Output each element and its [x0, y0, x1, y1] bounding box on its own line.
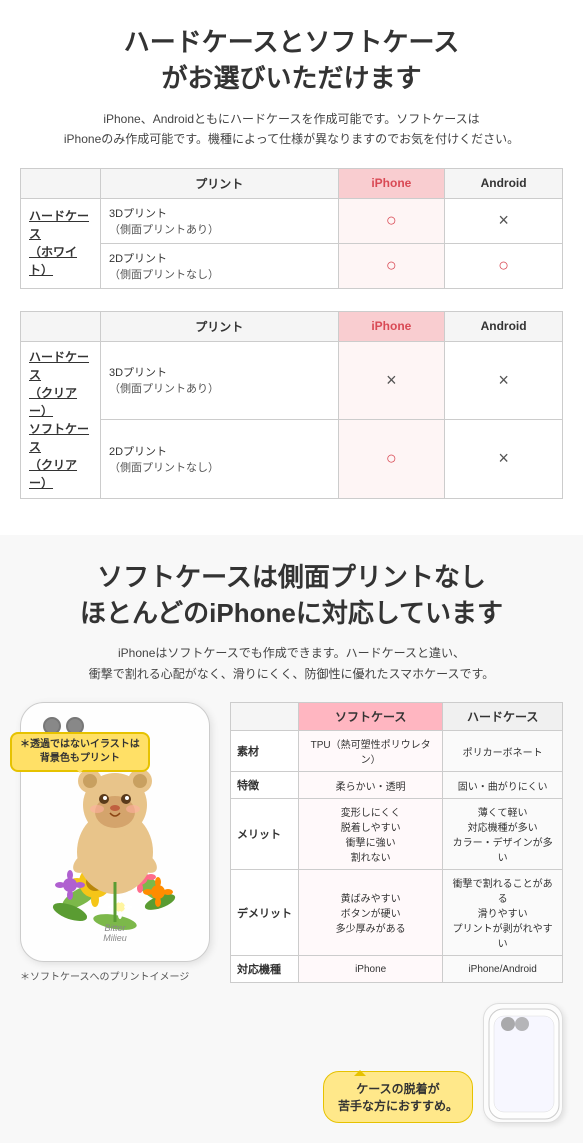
bottom-balloon: ケースの脱着が 苦手な方におすすめ。: [323, 1071, 473, 1123]
phone-brand: Bitter Milieu: [103, 923, 127, 943]
table1: プリント iPhone Android ハードケース （ホワイト） 3Dプリント…: [20, 168, 563, 289]
comp-label-2: メリット: [231, 799, 299, 870]
phone-note: ＊ソフトケースへのプリントイメージ: [20, 968, 220, 983]
comp-hard-0: ポリカーボネート: [443, 731, 563, 772]
section1-container: ハードケースとソフトケース がお選びいただけます iPhone、Androidと…: [0, 0, 583, 525]
comp-soft-2: 変形しにくく 脱着しやすい 衝撃に強い 割れない: [299, 799, 443, 870]
comp-soft-4: iPhone: [299, 956, 443, 983]
table1-r1-android: ×: [445, 198, 563, 243]
comp-th-empty: [231, 703, 299, 731]
comp-th-hard: ハードケース: [443, 703, 563, 731]
table2: プリント iPhone Android ハードケース （クリアー） ソフトケース…: [20, 311, 563, 499]
table1-col-android: Android: [445, 168, 563, 198]
comp-label-3: デメリット: [231, 870, 299, 956]
hard-case-svg: [484, 1004, 564, 1124]
comp-table-wrap: ソフトケース ハードケース 素材TPU（熱可塑性ポリウレタン）ポリカーボネート特…: [230, 702, 563, 1123]
table2-col-print: プリント: [101, 311, 339, 341]
comp-table: ソフトケース ハードケース 素材TPU（熱可塑性ポリウレタン）ポリカーボネート特…: [230, 702, 563, 983]
section2-container: ソフトケースは側面プリントなし ほとんどのiPhoneに対応しています iPho…: [0, 535, 583, 1143]
table2-r1-print: 3Dプリント（側面プリントあり）: [101, 341, 339, 420]
table2-row-label1: ハードケース （クリアー） ソフトケース （クリアー）: [21, 341, 101, 498]
table1-col-print: プリント: [101, 168, 339, 198]
section1-desc: iPhone、Androidともにハードケースを作成可能です。ソフトケースは i…: [20, 109, 563, 150]
comp-row-0: 素材TPU（熱可塑性ポリウレタン）ポリカーボネート: [231, 731, 563, 772]
comp-row-4: 対応機種iPhoneiPhone/Android: [231, 956, 563, 983]
balloon-label: ＊透過ではないイラストは 背景色もプリント: [10, 732, 150, 772]
phone-area: ＊透過ではないイラストは 背景色もプリント: [20, 702, 220, 983]
table2-r2-print: 2Dプリント（側面プリントなし）: [101, 420, 339, 499]
comp-th-soft: ソフトケース: [299, 703, 443, 731]
table1-r2-iphone: ○: [338, 243, 445, 288]
table1-r2-android: ○: [445, 243, 563, 288]
table2-col-iphone: iPhone: [338, 311, 445, 341]
table2-r2-iphone: ○: [338, 420, 445, 499]
comp-row-3: デメリット黄ばみやすい ボタンが硬い 多少厚みがある衝撃で割れることがある 滑り…: [231, 870, 563, 956]
table2-wrap: プリント iPhone Android ハードケース （クリアー） ソフトケース…: [20, 311, 563, 499]
table1-wrap: プリント iPhone Android ハードケース （ホワイト） 3Dプリント…: [20, 168, 563, 289]
comp-label-0: 素材: [231, 731, 299, 772]
table2-r1-iphone: ×: [338, 341, 445, 420]
comp-hard-2: 薄くて軽い 対応機種が多い カラー・デザインが多い: [443, 799, 563, 870]
comp-hard-4: iPhone/Android: [443, 956, 563, 983]
bottom-row: ケースの脱着が 苦手な方におすすめ。: [230, 993, 563, 1123]
comp-hard-3: 衝撃で割れることがある 滑りやすい プリントが剥がれやすい: [443, 870, 563, 956]
comparison-area: ＊透過ではないイラストは 背景色もプリント: [20, 702, 563, 1123]
comp-label-4: 対応機種: [231, 956, 299, 983]
comp-row-2: メリット変形しにくく 脱着しやすい 衝撃に強い 割れない薄くて軽い 対応機種が多…: [231, 799, 563, 870]
section1-title: ハードケースとソフトケース がお選びいただけます: [20, 24, 563, 97]
comp-row-1: 特徴柔らかい・透明固い・曲がりにくい: [231, 772, 563, 799]
table2-r2-android: ×: [445, 420, 563, 499]
table1-col-empty: [21, 168, 101, 198]
hard-case-mockup: [483, 1003, 563, 1123]
table1-row-label: ハードケース （ホワイト）: [21, 198, 101, 288]
table1-col-iphone: iPhone: [338, 168, 445, 198]
comp-label-1: 特徴: [231, 772, 299, 799]
comp-soft-3: 黄ばみやすい ボタンが硬い 多少厚みがある: [299, 870, 443, 956]
section2-desc: iPhoneはソフトケースでも作成できます。ハードケースと違い、 衝撃で割れる心…: [20, 643, 563, 684]
table2-col-empty: [21, 311, 101, 341]
comp-soft-1: 柔らかい・透明: [299, 772, 443, 799]
table2-col-android: Android: [445, 311, 563, 341]
comp-soft-0: TPU（熱可塑性ポリウレタン）: [299, 731, 443, 772]
table2-r1-android: ×: [445, 341, 563, 420]
table1-r1-print: 3Dプリント（側面プリントあり）: [101, 198, 339, 243]
table1-r1-iphone: ○: [338, 198, 445, 243]
comp-hard-1: 固い・曲がりにくい: [443, 772, 563, 799]
table1-r2-print: 2Dプリント（側面プリントなし）: [101, 243, 339, 288]
section2-title: ソフトケースは側面プリントなし ほとんどのiPhoneに対応しています: [20, 559, 563, 632]
